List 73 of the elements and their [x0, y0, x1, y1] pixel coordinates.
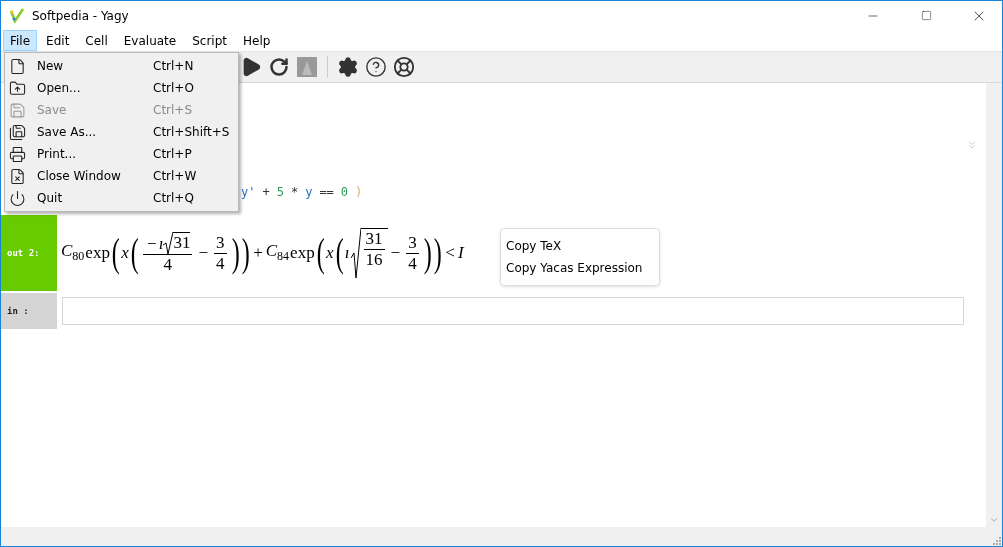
menu-item[interactable]: Evaluate: [116, 30, 184, 51]
math-number: 31: [173, 231, 191, 254]
folder-icon: [9, 79, 26, 97]
math-parenthesis: ): [241, 233, 250, 273]
menu-item[interactable]: Help: [236, 30, 278, 51]
math-number: 4: [408, 253, 417, 274]
math-variable: x: [121, 243, 129, 263]
code-token: ==: [319, 185, 334, 199]
math-operator: +: [253, 243, 263, 263]
math-operator: −: [198, 243, 208, 263]
math-parenthesis: ): [423, 233, 432, 273]
math-parenthesis: ): [433, 233, 442, 273]
app-logo-icon: [9, 7, 25, 24]
math-operator: −: [147, 233, 157, 254]
math-operator: −: [390, 243, 401, 263]
math-variable: ı: [158, 233, 164, 254]
floppies-icon: [9, 123, 26, 141]
code-token: 0: [340, 185, 349, 199]
math-function: 3: [408, 232, 417, 253]
input-field[interactable]: [62, 297, 964, 325]
context-menu-item[interactable]: Copy TeX: [501, 235, 659, 257]
window-title: Softpedia - Yagy: [32, 8, 130, 23]
math-parenthesis: (: [335, 233, 344, 273]
menu-entry[interactable]: Save As... Ctrl+Shift+S: [5, 121, 238, 143]
scrollbar[interactable]: [986, 83, 1002, 527]
math-number: 4: [163, 254, 172, 275]
menu-entry[interactable]: Close Window Ctrl+W: [5, 165, 238, 187]
menu-item[interactable]: File: [3, 30, 38, 51]
lifebuoy-icon[interactable]: [392, 55, 416, 79]
resize-grip-icon[interactable]: [992, 536, 1002, 546]
math-function: 3: [216, 232, 225, 253]
file-icon: [9, 57, 26, 75]
file-x-icon: [9, 167, 26, 185]
menu-entry[interactable]: New Ctrl+N: [5, 55, 238, 77]
math-variable: I: [457, 243, 464, 263]
maximize-icon[interactable]: [920, 10, 932, 21]
code-token: y': [241, 185, 256, 199]
menu-entry[interactable]: Open... Ctrl+O: [5, 77, 238, 99]
math-variable: x: [326, 243, 334, 263]
math-variable: ı: [344, 243, 350, 263]
scroll-down-icon[interactable]: [989, 515, 999, 525]
math-operator: <: [445, 243, 455, 263]
code-token: *: [290, 185, 299, 199]
math-function: exp: [290, 243, 315, 263]
code-token: y: [305, 185, 313, 199]
math-number: 31: [365, 229, 383, 249]
context-menu-item[interactable]: Copy Yacas Expression: [501, 257, 659, 279]
menu-item[interactable]: Cell: [78, 30, 115, 51]
math-function: exp: [85, 243, 110, 263]
output-label: out 2:: [1, 215, 57, 291]
power-icon: [9, 189, 26, 207]
input-label: in :: [1, 293, 57, 329]
math-parenthesis: (: [130, 233, 139, 273]
refresh-icon[interactable]: [267, 55, 291, 79]
math-number: 16: [365, 250, 383, 270]
math-variable: C$_{80}$: [61, 241, 85, 265]
menu-item[interactable]: Script: [185, 30, 234, 51]
settings-icon[interactable]: [336, 55, 360, 79]
math-variable: C$_{84}$: [265, 241, 290, 265]
collapse-icon[interactable]: [966, 139, 978, 151]
math-parenthesis: (: [316, 233, 325, 273]
printer-icon: [9, 145, 26, 163]
menu-entry[interactable]: Quit Ctrl+Q: [5, 187, 238, 209]
math-number: 4: [216, 253, 225, 274]
code-token: ): [355, 185, 363, 199]
math-parenthesis: ): [231, 233, 240, 273]
menu-item[interactable]: Edit: [39, 30, 77, 51]
floppy-icon: [9, 101, 26, 119]
help-icon[interactable]: [364, 55, 388, 79]
code-token: +: [262, 185, 270, 199]
math-parenthesis: (: [111, 233, 120, 273]
menu-entry[interactable]: Print... Ctrl+P: [5, 143, 238, 165]
code-token: 5: [276, 185, 284, 199]
